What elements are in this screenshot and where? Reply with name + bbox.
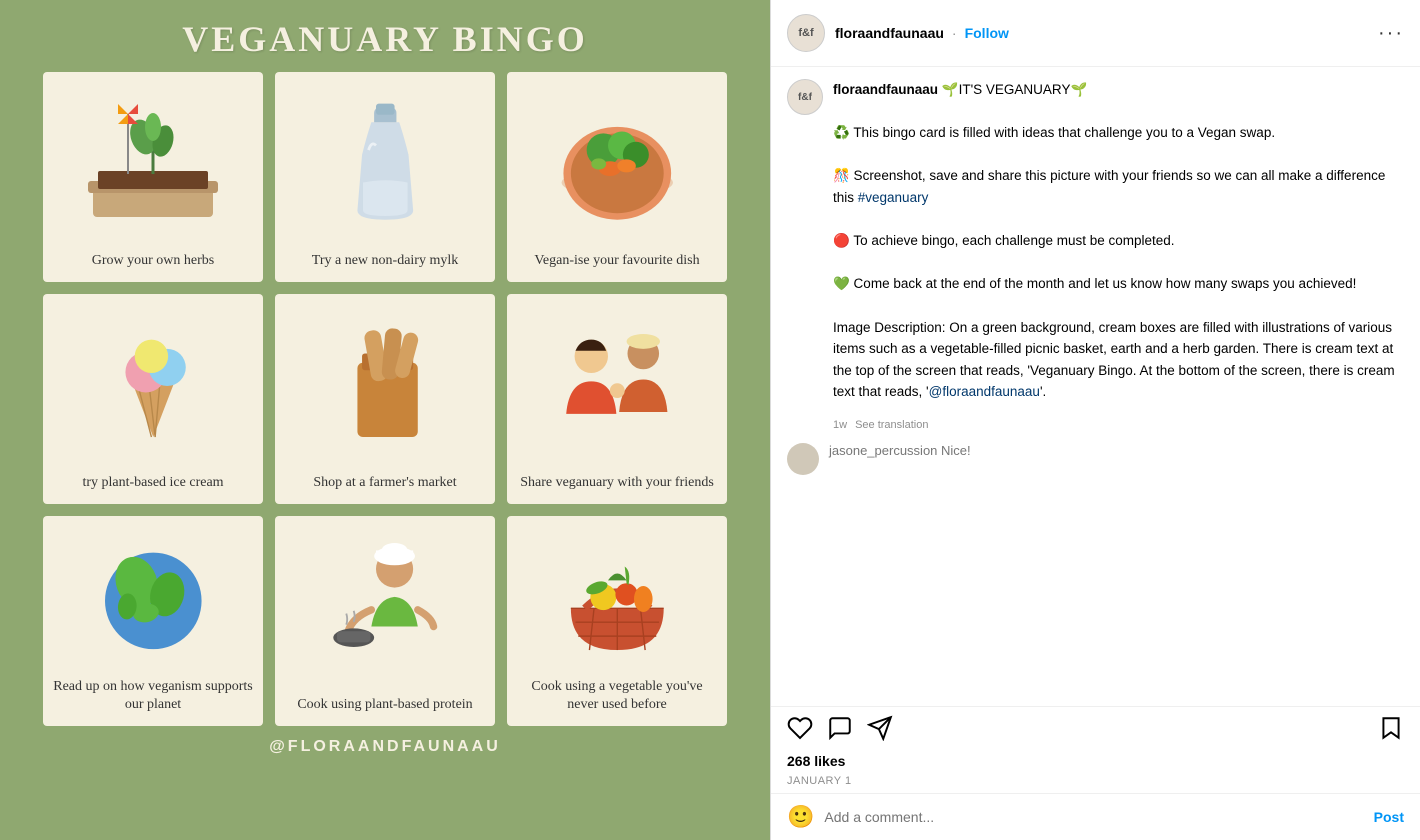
cell-friends-label: Share veganuary with your friends [520,474,714,492]
cell-market-label: Shop at a farmer's market [313,474,456,492]
caption-line-4: 💚 Come back at the end of the month and … [833,276,1356,291]
caption-text: floraandfaunaau 🌱IT'S VEGANUARY🌱 ♻️ This… [833,79,1404,403]
bread-icon [283,304,487,468]
header-username[interactable]: floraandfaunaau [835,25,944,41]
cell-protein-label: Cook using plant-based protein [297,696,472,714]
hashtag-veganuary[interactable]: #veganuary [858,190,929,205]
caption-line-3: 🔴 To achieve bingo, each challenge must … [833,233,1175,248]
like-button[interactable] [787,715,813,741]
add-comment-area: 🙂 Post [771,793,1420,840]
caption-image-desc: Image Description: On a green background… [833,320,1395,400]
bingo-cell-dish: Vegan-ise your favourite dish [507,72,727,282]
bingo-handle: @FLORAANDFAUNAAU [269,738,501,756]
avatar: f&f [787,14,825,52]
header-info: floraandfaunaau · Follow [835,25,1378,41]
comment-button[interactable] [827,715,853,741]
post-header: f&f floraandfaunaau · Follow ··· [771,0,1420,67]
bingo-cell-protein: Cook using plant-based protein [275,516,495,726]
comment-content: Nice! [941,443,971,458]
bingo-cell-market: Shop at a farmer's market [275,294,495,504]
bottle-icon [283,82,487,246]
likes-count: 268 likes [771,749,1420,773]
caption-line-1: ♻️ This bingo card is filled with ideas … [833,125,1275,140]
caption-end: '. [1040,384,1046,399]
post-actions [771,706,1420,749]
bingo-cell-planet: Read up on how veganism supports our pla… [43,516,263,726]
post-comment-button[interactable]: Post [1374,809,1404,825]
commenter-avatar [787,443,819,475]
caption-meta: 1w See translation [771,415,1420,435]
bingo-cell-mylk: Try a new non-dairy mylk [275,72,495,282]
cell-mylk-label: Try a new non-dairy mylk [312,252,458,270]
bingo-cell-icecream: try plant-based ice cream [43,294,263,504]
dot-separator: · [952,25,957,41]
comment-text: jasone_percussion Nice! [829,443,971,458]
follow-button[interactable]: Follow [965,25,1009,41]
commenter-username[interactable]: jasone_percussion [829,443,937,458]
cooking-icon [283,526,487,690]
caption-avatar: f&f [787,79,823,115]
earth-icon [51,526,255,672]
more-options-button[interactable]: ··· [1378,22,1404,45]
basket-icon [515,526,719,672]
caption-emoji-1: 🌱IT'S VEGANUARY🌱 [942,82,1087,97]
cell-planet-label: Read up on how veganism supports our pla… [51,678,255,714]
share-button[interactable] [867,715,893,741]
post-date: JANUARY 1 [771,773,1420,793]
bingo-card-panel: VEGANUARY BINGO [0,0,770,840]
comment-input[interactable] [824,809,1373,825]
emoji-picker-icon[interactable]: 🙂 [787,804,814,830]
cell-dish-label: Vegan-ise your favourite dish [534,252,699,270]
bookmark-button[interactable] [1378,715,1404,741]
cell-veg-label: Cook using a vegetable you've never used… [515,678,719,714]
herbs-icon [51,82,255,246]
bingo-grid: Grow your own herbs Try a new non-dairy … [43,72,727,726]
bingo-cell-herbs: Grow your own herbs [43,72,263,282]
icecream-icon [51,304,255,468]
friends-icon [515,304,719,468]
caption-username[interactable]: floraandfaunaau [833,82,938,97]
bingo-cell-veg: Cook using a vegetable you've never used… [507,516,727,726]
caption-area: f&f floraandfaunaau 🌱IT'S VEGANUARY🌱 ♻️ … [771,67,1420,415]
instagram-post-panel: f&f floraandfaunaau · Follow ··· f&f flo… [770,0,1420,840]
see-translation-button[interactable]: See translation [855,419,928,431]
at-floraandfaunaau[interactable]: @floraandfaunaau [929,384,1040,399]
bowl-icon [515,82,719,246]
bingo-cell-friends: Share veganuary with your friends [507,294,727,504]
bingo-title: VEGANUARY BINGO [182,18,587,60]
time-ago: 1w [833,419,847,431]
cell-icecream-label: try plant-based ice cream [82,474,223,492]
post-body: f&f floraandfaunaau 🌱IT'S VEGANUARY🌱 ♻️ … [771,67,1420,706]
comment-preview: jasone_percussion Nice! [771,435,1420,483]
cell-herbs-label: Grow your own herbs [92,252,214,270]
